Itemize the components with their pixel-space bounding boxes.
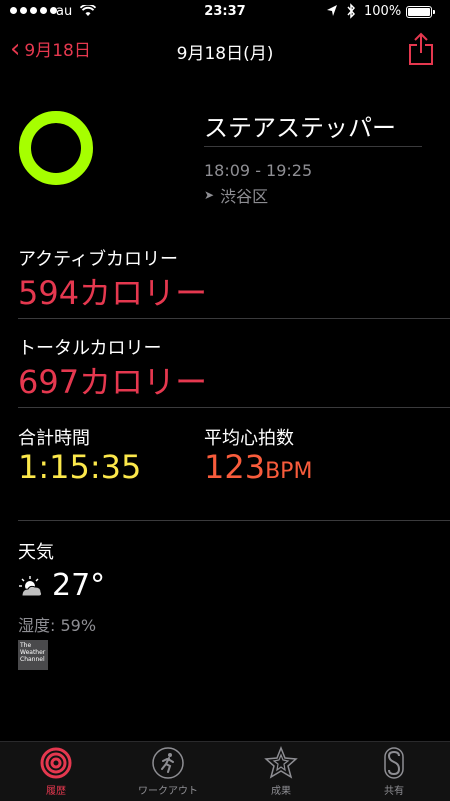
sharing-icon — [384, 747, 404, 779]
workout-runner-icon — [152, 747, 184, 779]
active-calories-value: 594カロリー — [18, 274, 208, 312]
history-icon — [40, 747, 72, 779]
divider — [18, 407, 450, 408]
tab-bar: 履歴 ワークアウト 成果 共有 — [0, 741, 450, 801]
weather-channel-logo: The Weather Channel — [18, 640, 48, 670]
activity-ring-icon — [19, 111, 93, 185]
page-title: 9月18日(月) — [176, 44, 274, 64]
workout-location-label: 渋谷区 — [220, 187, 269, 206]
total-time-value: 1:15:35 — [18, 448, 142, 486]
avg-heart-rate-value: 123BPM — [204, 448, 312, 486]
battery-icon — [406, 6, 435, 18]
avg-heart-rate-number: 123 — [204, 448, 266, 486]
tab-achievements[interactable]: 成果 — [225, 746, 337, 797]
weather-label: 天気 — [18, 542, 54, 563]
workout-name: ステアステッパー — [204, 114, 396, 142]
tab-sharing-label: 共有 — [384, 786, 404, 797]
partly-cloudy-icon — [19, 576, 43, 597]
status-bar: au 23:37 100% — [0, 0, 450, 26]
total-time-label: 合計時間 — [18, 428, 90, 449]
battery-percentage: 100% — [364, 4, 402, 19]
share-button[interactable] — [408, 32, 434, 66]
workout-location: ➤ 渋谷区 — [204, 183, 268, 207]
divider — [18, 520, 450, 521]
tab-workout-label: ワークアウト — [138, 786, 198, 797]
bluetooth-icon — [347, 3, 356, 19]
tab-achievements-label: 成果 — [271, 786, 291, 797]
tab-sharing[interactable]: 共有 — [338, 746, 450, 797]
location-arrow-icon: ➤ — [204, 188, 215, 202]
avg-heart-rate-label: 平均心拍数 — [204, 428, 294, 449]
avg-heart-rate-unit: BPM — [265, 459, 313, 484]
star-achievement-icon — [264, 746, 298, 779]
divider — [204, 146, 422, 147]
humidity-value: 湿度: 59% — [18, 616, 97, 635]
tab-history[interactable]: 履歴 — [0, 746, 112, 797]
navigation-bar: ‹ 9月18日 9月18日(月) — [0, 26, 450, 72]
workout-time-range: 18:09 - 19:25 — [204, 161, 313, 180]
weather-temperature: 27° — [52, 568, 106, 603]
total-calories-value: 697カロリー — [18, 363, 208, 401]
tab-workout[interactable]: ワークアウト — [112, 746, 224, 797]
divider — [18, 318, 450, 319]
tab-history-label: 履歴 — [46, 786, 66, 797]
location-arrow-icon — [327, 5, 337, 16]
